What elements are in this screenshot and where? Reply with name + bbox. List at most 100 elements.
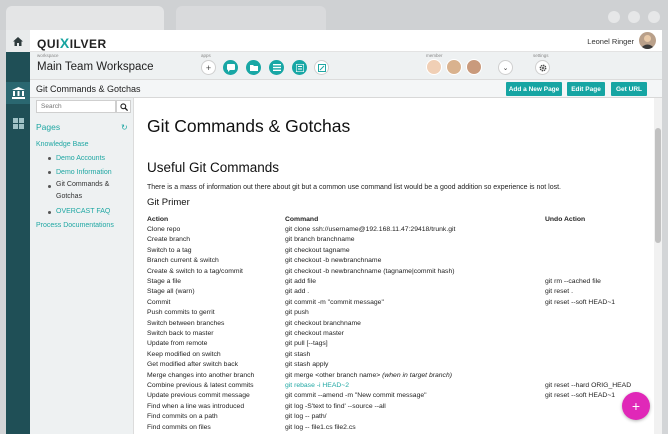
app-list-button[interactable]: [269, 60, 284, 75]
section-heading: Useful Git Commands: [147, 160, 280, 175]
add-fab-button[interactable]: +: [622, 392, 650, 420]
command-cell: git log -- path/: [285, 413, 327, 421]
column-header-command: Command: [285, 215, 319, 223]
members-dropdown-button[interactable]: ⌄: [498, 60, 513, 75]
action-cell: Find when a line was introduced: [147, 402, 245, 410]
scrollbar-thumb[interactable]: [655, 128, 661, 243]
table-row: Switch back to master git checkout master: [147, 328, 647, 338]
undo-cell: git reset --soft HEAD~1: [545, 298, 616, 306]
knowledge-base-button[interactable]: [6, 82, 30, 104]
table-row: Branch current & switch git checkout -b n…: [147, 256, 647, 266]
board-icon: [295, 63, 304, 72]
browser-tab-active[interactable]: [6, 6, 164, 30]
action-cell: Merge changes into another branch: [147, 371, 255, 379]
member-avatar[interactable]: [446, 59, 462, 75]
command-cell: git checkout -b newbranchname: [285, 257, 382, 265]
table-row: Create branch git branch branchname: [147, 235, 647, 245]
action-cell: Push commits to gerrit: [147, 309, 215, 317]
document-title: Git Commands & Gotchas: [147, 116, 351, 136]
chat-icon: [226, 63, 235, 72]
command-cell: git clone ssh://username@192.168.11.47:2…: [285, 226, 456, 234]
column-header-action: Action: [147, 215, 169, 223]
app-files-button[interactable]: [246, 60, 261, 75]
window-minimize-button[interactable]: [608, 11, 620, 23]
browser-tab[interactable]: [176, 6, 326, 30]
action-cell: Combine previous & latest commits: [147, 381, 254, 389]
command-cell: git rebase -i HEAD~2: [285, 381, 350, 389]
app-board-button[interactable]: [292, 60, 307, 75]
table-row: Update from remote git pull [--tags]: [147, 339, 647, 349]
table-row: Merge changes into another branch git mer…: [147, 370, 647, 380]
action-cell: Commit: [147, 298, 171, 306]
search-input[interactable]: [36, 100, 116, 113]
tree-item-overcast-faq[interactable]: OVERCAST FAQ: [36, 205, 132, 219]
user-avatar[interactable]: [639, 32, 656, 49]
member-avatar[interactable]: [426, 59, 442, 75]
window-maximize-button[interactable]: [628, 11, 640, 23]
add-page-button[interactable]: Add a New Page: [506, 82, 562, 96]
tree-item-process-documentations[interactable]: Process Documentations: [36, 219, 132, 233]
table-row: Get modified after switch back git stash …: [147, 359, 647, 369]
command-cell: git log -S'text to find' --source --all: [285, 402, 386, 410]
tree-item-demo-information[interactable]: Demo Information: [36, 166, 132, 180]
top-header: QUIXILVER Leonel Ringer: [30, 30, 662, 52]
window-close-button[interactable]: [648, 11, 660, 23]
refresh-icon[interactable]: ↻: [121, 123, 128, 132]
undo-cell: [545, 359, 647, 369]
home-button[interactable]: [6, 30, 30, 52]
command-cell: git commit -m "commit message": [285, 298, 384, 306]
app-chat-button[interactable]: [223, 60, 238, 75]
table-row: Combine previous & latest commits git reb…: [147, 380, 647, 390]
action-cell: Switch between branches: [147, 319, 225, 327]
tree-item-knowledge-base[interactable]: Knowledge Base: [36, 138, 132, 152]
command-cell: git commit --amend -m "New commit messag…: [285, 392, 427, 400]
tree-item-git-commands[interactable]: Git Commands & Gotchas: [36, 179, 120, 205]
action-cell: Update from remote: [147, 340, 208, 348]
pages-sidebar: Pages ↻ Knowledge Base Demo Accounts Dem…: [30, 98, 134, 434]
table-header-row: Action Command Undo Action: [147, 214, 647, 224]
quixilver-logo[interactable]: QUIXILVER: [37, 35, 107, 51]
edit-note-icon: [317, 63, 326, 72]
plus-icon: +: [205, 62, 212, 73]
undo-cell: [545, 370, 647, 380]
table-row: Switch between branches git checkout bran…: [147, 318, 647, 328]
settings-button[interactable]: [535, 60, 550, 75]
table-row: Create & switch to a tag/commit git check…: [147, 266, 647, 276]
tree-item-demo-accounts[interactable]: Demo Accounts: [36, 152, 132, 166]
table-row: Clone repo git clone ssh://username@192.1…: [147, 224, 647, 234]
undo-cell: git reset .: [545, 288, 573, 296]
content-scrollbar[interactable]: [654, 98, 662, 434]
action-cell: Switch to a tag: [147, 246, 192, 254]
action-cell: Find commits on a path: [147, 413, 218, 421]
table-row: Stage a file git add file git rm --cached …: [147, 276, 647, 286]
page-content: Git Commands & Gotchas Useful Git Comman…: [134, 98, 654, 434]
workspace-name[interactable]: Main Team Workspace: [37, 61, 154, 73]
search-icon: [119, 102, 128, 111]
table-row: Find commits on files git log -- file1.cs…: [147, 422, 647, 432]
column-header-undo: Undo Action: [545, 215, 586, 223]
git-commands-table: Action Command Undo Action Clone repo git…: [147, 214, 647, 432]
action-cell: Stage a file: [147, 278, 182, 286]
dashboard-button[interactable]: [6, 112, 30, 134]
undo-cell: [545, 339, 647, 349]
action-cell: Clone repo: [147, 226, 181, 234]
table-row: Push commits to gerrit git push: [147, 308, 647, 318]
user-name[interactable]: Leonel Ringer: [587, 37, 634, 46]
app-knowledge-button[interactable]: [314, 60, 329, 75]
member-avatar[interactable]: [466, 59, 482, 75]
edit-page-button[interactable]: Edit Page: [567, 82, 605, 96]
settings-label: settings: [533, 53, 549, 58]
home-icon: [13, 36, 23, 46]
search-button[interactable]: [116, 100, 131, 113]
page-title: Git Commands & Gotchas: [36, 84, 141, 94]
bank-icon: [11, 87, 25, 99]
chevron-down-icon: ⌄: [502, 64, 509, 72]
folder-icon: [249, 65, 258, 71]
get-url-button[interactable]: Get URL: [611, 82, 647, 96]
command-cell: git log -- file1.cs file2.cs: [285, 423, 356, 431]
merge-note: (when in target branch): [382, 371, 453, 379]
add-app-button[interactable]: +: [201, 60, 216, 75]
command-cell: git stash: [285, 350, 311, 358]
table-row: Switch to a tag git checkout tagname: [147, 245, 647, 255]
workspace-label: workspace: [37, 53, 59, 58]
